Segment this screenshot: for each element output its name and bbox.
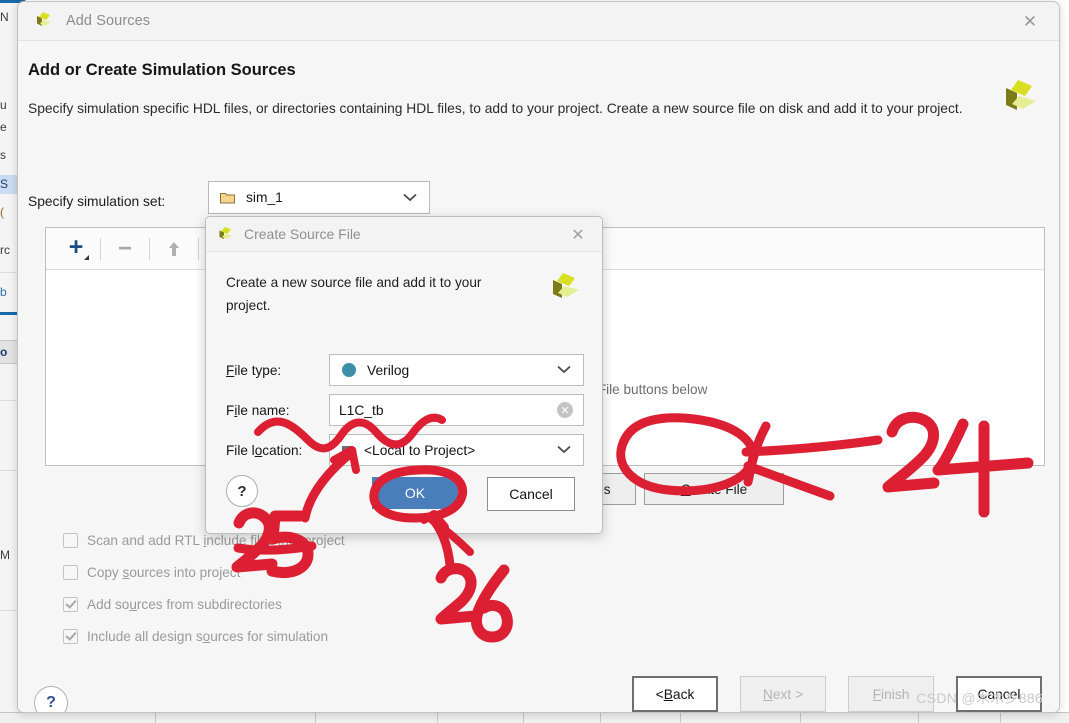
xilinx-logo-icon — [998, 78, 1042, 118]
help-button[interactable]: ? — [34, 686, 68, 712]
plus-icon: + — [68, 233, 84, 261]
inner-dialog-titlebar: Create Source File ✕ — [206, 217, 602, 252]
btn-accel: F — [872, 686, 882, 702]
toolbar-separator — [198, 237, 199, 260]
checkbox-include-all-design-sources[interactable] — [63, 628, 78, 644]
screenshot-root: N u e s S ( rc b o M Add Sources ✕ Add o… — [0, 0, 1069, 723]
inner-dialog-description: Create a new source file and add it to y… — [226, 275, 482, 313]
close-icon[interactable]: ✕ — [564, 224, 592, 245]
checkbox-scan-and-add-rtl[interactable] — [63, 532, 78, 548]
btn-text-post: inish — [881, 686, 910, 702]
label-pre: Copy — [87, 564, 123, 580]
btn-accel: C — [680, 481, 691, 497]
dropdown-arrow-icon — [84, 254, 89, 260]
checkbox-row-add-sources-from-subdirectories[interactable]: Add sources from subdirectories — [63, 588, 345, 620]
file-location-row: File location: <Local to Project> — [226, 434, 584, 466]
folder-icon — [220, 191, 235, 204]
label-accel: u — [129, 596, 137, 612]
checkbox-label: Copy sources into project — [87, 565, 240, 580]
label-post: urces for simulation — [210, 628, 329, 644]
file-name-label: File name: — [226, 403, 329, 418]
btn-text-post: ext > — [772, 686, 804, 702]
clear-x-icon[interactable]: ✕ — [557, 402, 573, 418]
file-location-combo[interactable]: <Local to Project> — [329, 434, 584, 466]
minus-icon: − — [117, 234, 132, 262]
xilinx-logo-icon — [33, 11, 55, 31]
background-status-grid — [0, 712, 1069, 723]
label-pre: Scan and add RTL — [87, 532, 204, 548]
inner-dialog-title: Create Source File — [244, 226, 361, 242]
file-location-label: File location: — [226, 443, 329, 458]
xilinx-logo-icon — [216, 226, 235, 243]
toolbar-separator — [149, 237, 150, 260]
label-post: nclude files into project — [206, 532, 345, 548]
remove-button[interactable]: − — [107, 234, 143, 264]
btn-text-pre: < — [655, 686, 664, 702]
checkbox-row-copy-sources-into-project[interactable]: Copy sources into project — [63, 556, 345, 588]
file-type-row: File type: Verilog — [226, 354, 584, 386]
inner-help-button[interactable]: ? — [226, 475, 258, 507]
label-pre: Include all design s — [87, 628, 203, 644]
arrow-up-icon — [169, 241, 179, 256]
close-icon[interactable]: ✕ — [1013, 10, 1047, 34]
label-pre: File l — [226, 442, 255, 458]
create-source-file-dialog: Create Source File ✕ Create a new source… — [205, 216, 603, 534]
page-description: Specify simulation specific HDL files, o… — [28, 101, 963, 116]
checkbox-label: Add sources from subdirectories — [87, 597, 282, 612]
btn-accel: B — [663, 686, 673, 702]
label-post: le name: — [237, 402, 290, 418]
simulation-set-label: Specify simulation set: — [28, 194, 166, 209]
ok-button[interactable]: OK — [372, 477, 458, 509]
file-location-value: <Local to Project> — [364, 442, 476, 458]
simulation-set-value: sim_1 — [246, 190, 283, 205]
label-post: ources into project — [129, 564, 241, 580]
btn-text-post: ack — [672, 686, 695, 702]
simulation-set-combo[interactable]: sim_1 — [208, 181, 430, 214]
btn-accel: N — [762, 686, 773, 702]
checkbox-add-sources-from-subdirectories[interactable] — [63, 596, 78, 612]
file-name-input[interactable]: L1C_tb ✕ — [329, 394, 584, 426]
chevron-down-icon — [557, 441, 571, 459]
label-post: rces from subdirectories — [136, 596, 282, 612]
btn-text-post: reate File — [690, 481, 748, 497]
checkbox-label: Include all design sources for simulatio… — [87, 629, 328, 644]
file-type-combo[interactable]: Verilog — [329, 354, 584, 386]
verilog-language-dot-icon — [342, 363, 356, 377]
inner-cancel-button[interactable]: Cancel — [487, 477, 575, 511]
toolbar-separator — [100, 237, 101, 260]
file-name-row: File name: L1C_tb ✕ — [226, 394, 584, 426]
file-name-value: L1C_tb — [339, 402, 384, 418]
label-pre: Add so — [87, 596, 130, 612]
label-post: ile type: — [234, 362, 282, 378]
page-title: Add or Create Simulation Sources — [28, 61, 296, 79]
file-type-label: File type: — [226, 363, 329, 378]
checkbox-copy-sources-into-project[interactable] — [63, 564, 78, 580]
next-button: Next > — [740, 676, 826, 712]
dialog-title: Add Sources — [66, 13, 151, 29]
chevron-down-icon — [403, 189, 417, 207]
dialog-titlebar: Add Sources ✕ — [18, 2, 1059, 41]
back-button[interactable]: < Back — [632, 676, 718, 712]
watermark: CSDN @木木乡886 — [916, 690, 1043, 706]
xilinx-logo-icon — [546, 271, 584, 305]
file-type-value: Verilog — [367, 362, 410, 378]
move-up-button[interactable] — [156, 234, 192, 264]
create-file-button[interactable]: Create File — [644, 473, 784, 505]
label-post: cation: — [262, 442, 303, 458]
folder-icon — [342, 445, 353, 455]
checkbox-row-include-all-design-sources[interactable]: Include all design sources for simulatio… — [63, 620, 345, 652]
options-checkbox-group: Scan and add RTL include files into proj… — [63, 524, 345, 652]
add-button[interactable]: + — [58, 234, 94, 264]
checkbox-label: Scan and add RTL include files into proj… — [87, 533, 345, 548]
chevron-down-icon — [557, 361, 571, 379]
